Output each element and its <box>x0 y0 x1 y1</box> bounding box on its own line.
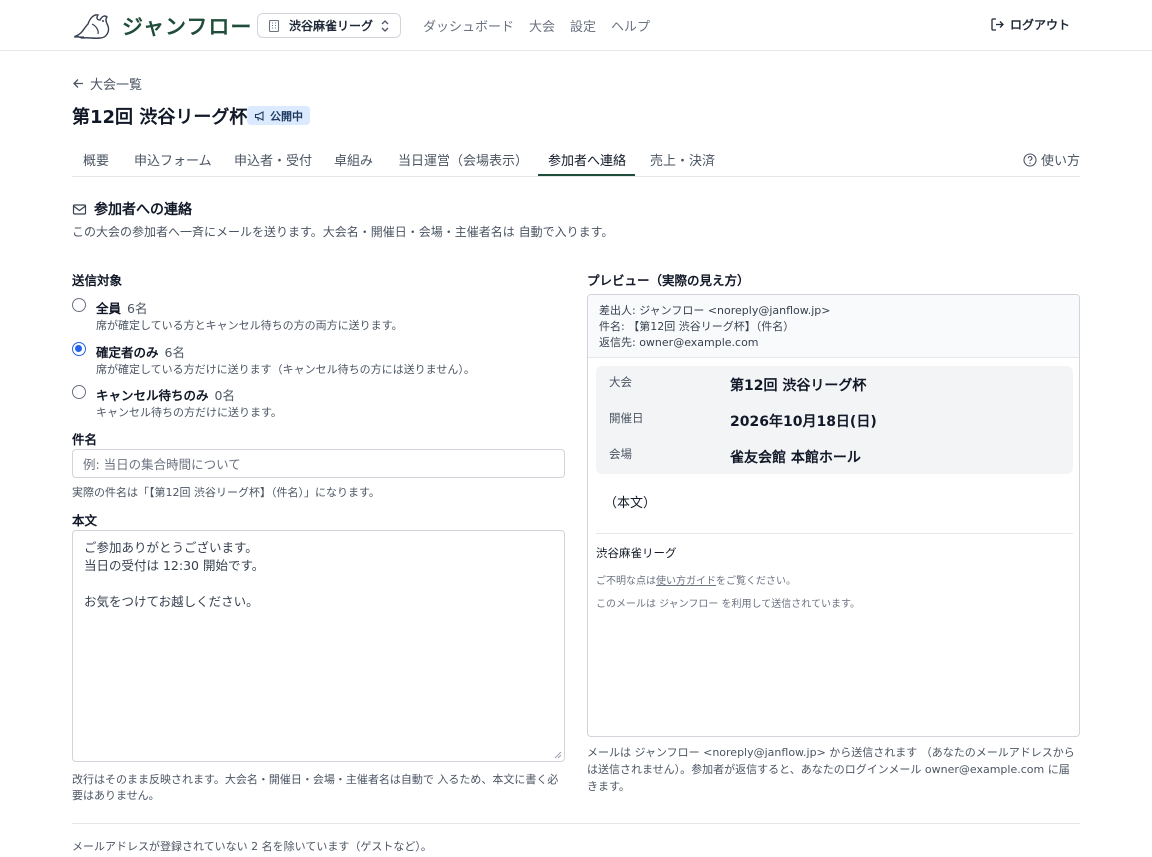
radio-confirmed[interactable] <box>72 342 86 356</box>
radio-waitlist-label: キャンセル待ちのみ <box>96 388 209 403</box>
tab-table-assignment[interactable]: 卓組み <box>334 150 373 169</box>
nav-tournaments[interactable]: 大会 <box>529 16 555 35</box>
main-nav: ダッシュボード 大会 設定 ヘルプ <box>423 16 650 35</box>
building-icon <box>268 19 280 32</box>
preview-note: メールは ジャンフロー <noreply@janflow.jp> から送信されま… <box>587 746 1075 793</box>
logout-icon <box>991 18 1004 31</box>
tab-overview[interactable]: 概要 <box>83 150 109 169</box>
radio-waitlist-title: キャンセル待ちのみ 0名 <box>96 385 235 404</box>
arrow-left-icon <box>73 79 83 88</box>
radio-confirmed-title: 確定者のみ 6名 <box>96 342 185 361</box>
logo[interactable]: ジャンフロー <box>72 10 252 42</box>
status-badge-label: 公開中 <box>270 109 303 123</box>
preview-subject: 件名: 【第12回 渋谷リーグ杯】（件名） <box>599 320 795 333</box>
recipients-label: 送信対象 <box>72 273 123 288</box>
radio-confirmed-desc: 席が確定している方だけに送ります（キャンセル待ちの方には送りません）。 <box>96 363 475 376</box>
status-badge: 公開中 <box>247 106 310 125</box>
radio-confirmed-label: 確定者のみ <box>96 345 159 360</box>
preview-body-placeholder: （本文） <box>604 496 657 511</box>
preview-org-name: 渋谷麻雀リーグ <box>596 546 677 560</box>
email-preview: 差出人: ジャンフロー <noreply@janflow.jp> 件名: 【第1… <box>587 294 1080 737</box>
question-circle-icon <box>1023 152 1037 167</box>
tab-applicants[interactable]: 申込者・受付 <box>234 150 312 169</box>
megaphone-icon <box>254 110 264 121</box>
tab-application-form[interactable]: 申込フォーム <box>134 150 212 169</box>
body-text: ご参加ありがとうございます。 当日の受付は 12:30 開始です。 お気をつけて… <box>84 540 265 609</box>
help-label: 使い方 <box>1040 154 1080 169</box>
preview-help-prefix: ご不明な点は <box>596 576 656 587</box>
radio-all-desc: 席が確定している方とキャンセル待ちの方の両方に送ります。 <box>96 319 403 332</box>
help-link[interactable]: 使い方 <box>1023 150 1080 169</box>
nav-dashboard[interactable]: ダッシュボード <box>423 16 514 35</box>
radio-waitlist-desc: キャンセル待ちの方だけに送ります。 <box>96 406 282 419</box>
section-description: この大会の参加者へ一斉にメールを送ります。大会名・開催日・会場・主催者名は 自動… <box>72 225 614 239</box>
tab-bar: 概要 申込フォーム 申込者・受付 卓組み 当日運営（会場表示） 参加者へ連絡 売… <box>72 140 1080 177</box>
tab-contact-participants[interactable]: 参加者へ連絡 <box>548 150 626 169</box>
body-hint: 改行はそのまま反映されます。大会名・開催日・会場・主催者名は自動で 入るため、本… <box>72 773 559 802</box>
page-title: 第12回 渋谷リーグ杯 <box>72 107 248 128</box>
preview-help-line: ご不明な点は使い方ガイドをご覧ください。 <box>596 572 796 587</box>
section-title: 参加者への連絡 <box>72 199 192 219</box>
info-key-date: 開催日 <box>609 411 644 425</box>
section-title-text: 参加者への連絡 <box>94 202 192 218</box>
info-value-date: 2026年10月18日(日) <box>730 414 877 430</box>
tab-sales[interactable]: 売上・決済 <box>650 150 715 169</box>
radio-all-count: 6名 <box>127 301 148 316</box>
mail-icon <box>72 203 87 215</box>
preview-header: 差出人: ジャンフロー <noreply@janflow.jp> 件名: 【第1… <box>588 295 1079 358</box>
preview-label: プレビュー（実際の見え方） <box>587 273 750 288</box>
bird-logo-icon <box>73 14 110 39</box>
subject-hint: 実際の件名は「【第12回 渋谷リーグ杯】（件名）」になります。 <box>72 486 380 499</box>
radio-waitlist-count: 0名 <box>214 388 235 403</box>
body-textarea[interactable]: ご参加ありがとうございます。 当日の受付は 12:30 開始です。 お気をつけて… <box>72 530 565 762</box>
preview-footer: このメールは ジャンフロー を利用して送信されています。 <box>596 599 860 610</box>
logout-label: ログアウト <box>1009 18 1070 32</box>
top-bar: ジャンフロー 渋谷麻雀リーグ ダッシュボード 大会 設定 ヘルプ ログアウト <box>0 0 1152 51</box>
radio-all-title: 全員 6名 <box>96 298 147 317</box>
org-switcher[interactable]: 渋谷麻雀リーグ <box>257 13 401 38</box>
preview-help-suffix: をご覧ください。 <box>716 576 796 587</box>
resize-handle-icon[interactable] <box>554 751 562 759</box>
radio-confirmed-count: 6名 <box>164 345 185 360</box>
subject-label: 件名 <box>72 432 98 447</box>
brand-name: ジャンフロー <box>122 15 253 39</box>
preview-info-box: 大会 第12回 渋谷リーグ杯 開催日 2026年10月18日(日) 会場 雀友会… <box>596 366 1073 474</box>
chevron-up-down-icon <box>381 19 389 32</box>
nav-settings[interactable]: 設定 <box>570 16 596 35</box>
logout-button[interactable]: ログアウト <box>990 16 1070 33</box>
radio-waitlist[interactable] <box>72 385 86 399</box>
subject-input[interactable]: 例: 当日の集合時間について <box>72 449 565 478</box>
preview-guide-link[interactable]: 使い方ガイド <box>656 576 716 587</box>
preview-reply-to: 返信先: owner@example.com <box>599 336 759 349</box>
back-link[interactable]: 大会一覧 <box>72 74 142 93</box>
info-key-tournament: 大会 <box>609 375 632 389</box>
org-name: 渋谷麻雀リーグ <box>289 19 374 33</box>
preview-divider <box>596 533 1073 534</box>
radio-all-label: 全員 <box>96 301 122 316</box>
back-label: 大会一覧 <box>90 78 143 93</box>
body-label: 本文 <box>72 513 98 528</box>
radio-all[interactable] <box>72 298 86 312</box>
info-value-tournament: 第12回 渋谷リーグ杯 <box>730 378 867 394</box>
nav-help[interactable]: ヘルプ <box>611 16 650 35</box>
info-key-venue: 会場 <box>609 447 632 461</box>
footer-divider <box>72 823 1080 824</box>
tab-day-operation[interactable]: 当日運営（会場表示） <box>398 150 528 169</box>
preview-from: 差出人: ジャンフロー <noreply@janflow.jp> <box>599 304 831 317</box>
info-value-venue: 雀友会館 本館ホール <box>730 450 861 466</box>
footer-note: メールアドレスが登録されていない 2 名を除いています（ゲストなど）。 <box>72 840 432 853</box>
active-tab-indicator <box>538 174 635 176</box>
